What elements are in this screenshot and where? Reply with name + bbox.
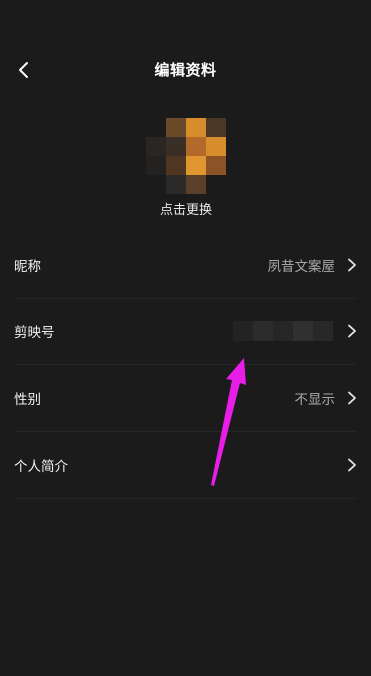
change-avatar-label: 点击更换	[159, 203, 212, 218]
row-label: 昵称	[14, 259, 41, 275]
chevron-right-icon	[348, 458, 356, 472]
top-nav-bar: 编辑资料	[0, 40, 371, 100]
divider	[14, 498, 357, 499]
row-bio[interactable]: 个人简介	[14, 432, 357, 498]
chevron-right-icon	[348, 258, 356, 272]
avatar	[146, 118, 226, 194]
row-value: 不显示	[294, 392, 336, 408]
row-nickname[interactable]: 昵称 夙昔文案屋	[14, 232, 357, 298]
row-jianying-id[interactable]: 剪映号	[14, 298, 357, 364]
row-label: 性别	[14, 392, 41, 408]
page-title: 编辑资料	[154, 61, 217, 79]
row-value: 夙昔文案屋	[267, 259, 336, 275]
row-label: 剪映号	[14, 325, 55, 341]
row-label: 个人简介	[14, 459, 68, 475]
blurred-id-value	[233, 321, 333, 341]
chevron-right-icon	[348, 324, 356, 338]
chevron-right-icon	[348, 391, 356, 405]
row-gender[interactable]: 性别 不显示	[14, 365, 357, 431]
avatar-change-button[interactable]: 点击更换	[141, 118, 231, 218]
